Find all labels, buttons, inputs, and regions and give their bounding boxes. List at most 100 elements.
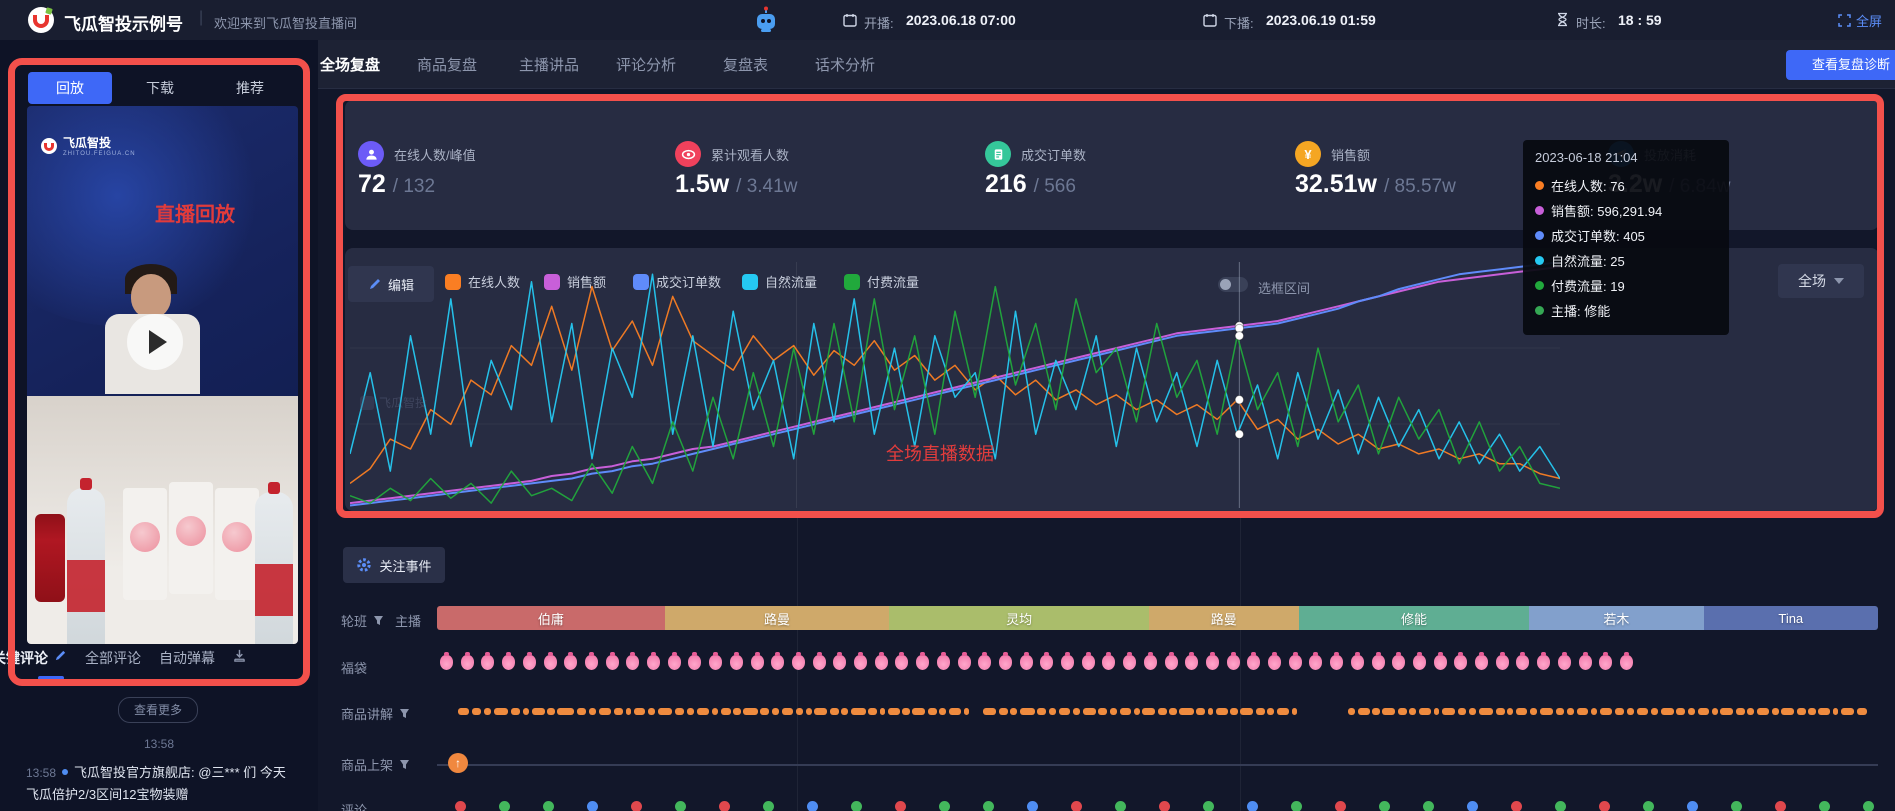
comment-marker[interactable] [1731, 801, 1742, 811]
explain-marker[interactable] [743, 708, 757, 715]
fudai-bag-icon[interactable] [937, 655, 950, 670]
fudai-bag-icon[interactable] [1082, 655, 1095, 670]
explain-marker[interactable] [712, 708, 718, 715]
explain-marker[interactable] [964, 708, 970, 715]
comment-marker[interactable] [1467, 801, 1478, 811]
explain-marker[interactable] [1169, 708, 1176, 715]
explain-marker[interactable] [547, 708, 554, 715]
explain-marker[interactable] [472, 708, 481, 715]
explain-marker[interactable] [557, 708, 574, 715]
explain-marker[interactable] [634, 708, 645, 715]
explain-marker[interactable] [1698, 708, 1709, 715]
explain-marker[interactable] [902, 708, 909, 715]
fudai-bag-icon[interactable] [1330, 655, 1343, 670]
fudai-bag-icon[interactable] [1413, 655, 1426, 670]
fudai-bag-icon[interactable] [730, 655, 743, 670]
fudai-bag-icon[interactable] [626, 655, 639, 670]
explain-marker[interactable] [1591, 708, 1597, 715]
fudai-bag-icon[interactable] [544, 655, 557, 670]
tab-复盘表[interactable]: 复盘表 [723, 54, 768, 75]
explain-marker[interactable] [589, 708, 596, 715]
fudai-bag-icon[interactable] [751, 655, 764, 670]
comment-marker[interactable] [895, 801, 906, 811]
comment-marker[interactable] [499, 801, 510, 811]
fudai-bag-icon[interactable] [564, 655, 577, 670]
explain-marker[interactable] [648, 708, 655, 715]
fudai-bag-icon[interactable] [771, 655, 784, 670]
explain-marker[interactable] [1240, 708, 1253, 715]
explain-marker[interactable] [939, 708, 946, 715]
explain-marker[interactable] [1134, 708, 1140, 715]
fudai-bag-icon[interactable] [1620, 655, 1633, 670]
fudai-bag-icon[interactable] [1579, 655, 1592, 670]
explain-marker[interactable] [1196, 708, 1205, 715]
explain-marker[interactable] [1398, 708, 1407, 715]
fudai-bag-icon[interactable] [1309, 655, 1322, 670]
shift-若木[interactable]: 若木 [1529, 606, 1703, 630]
explain-marker[interactable] [796, 708, 803, 715]
explain-marker[interactable] [1676, 708, 1685, 715]
fudai-bag-icon[interactable] [916, 655, 929, 670]
explain-marker[interactable] [484, 708, 491, 715]
tab-商品复盘[interactable]: 商品复盘 [417, 54, 477, 75]
shift-Tina[interactable]: Tina [1704, 606, 1878, 630]
explain-marker[interactable] [697, 708, 710, 715]
fudai-bag-icon[interactable] [1061, 655, 1074, 670]
comment-marker[interactable] [543, 801, 554, 811]
comment-marker[interactable] [631, 801, 642, 811]
comment-marker[interactable] [939, 801, 950, 811]
fudai-bag-icon[interactable] [1185, 655, 1198, 670]
comment-tab-全部评论[interactable]: 全部评论 [85, 648, 141, 668]
fudai-bag-icon[interactable] [647, 655, 660, 670]
explain-marker[interactable] [851, 708, 865, 715]
comment-marker[interactable] [763, 801, 774, 811]
sidebar-tab-推荐[interactable]: 推荐 [208, 72, 292, 104]
comment-marker[interactable] [1115, 801, 1126, 811]
filter-icon[interactable] [399, 758, 410, 773]
explain-marker[interactable] [1857, 708, 1867, 715]
fudai-bag-icon[interactable] [1020, 655, 1033, 670]
fudai-bag-icon[interactable] [1434, 655, 1447, 670]
comment-marker[interactable] [1335, 801, 1346, 811]
explain-marker[interactable] [806, 708, 812, 715]
fudai-bag-icon[interactable] [978, 655, 991, 670]
fudai-bag-icon[interactable] [1123, 655, 1136, 670]
fudai-bag-icon[interactable] [440, 655, 453, 670]
explain-marker[interactable] [1216, 708, 1227, 715]
explain-marker[interactable] [1230, 708, 1237, 715]
view-diagnosis-button[interactable]: 查看复盘诊断 [1786, 50, 1895, 80]
comment-marker[interactable] [1379, 801, 1390, 811]
tab-主播讲品[interactable]: 主播讲品 [519, 54, 579, 75]
fudai-bag-icon[interactable] [1392, 655, 1405, 670]
sidebar-tab-下载[interactable]: 下载 [118, 72, 202, 104]
explain-marker[interactable] [675, 708, 684, 715]
explain-marker[interactable] [1382, 708, 1395, 715]
play-button[interactable] [127, 314, 183, 370]
explain-marker[interactable] [1600, 708, 1613, 715]
explain-marker[interactable] [1841, 708, 1854, 715]
explain-marker[interactable] [1736, 708, 1745, 715]
explain-marker[interactable] [1110, 708, 1117, 715]
shift-修能[interactable]: 修能 [1299, 606, 1530, 630]
fudai-bag-icon[interactable] [1268, 655, 1281, 670]
explain-marker[interactable] [1372, 708, 1379, 715]
explain-marker[interactable] [1540, 708, 1553, 715]
explain-marker[interactable] [760, 708, 769, 715]
comment-marker[interactable] [1599, 801, 1610, 811]
shift-路曼[interactable]: 路曼 [1149, 606, 1299, 630]
fudai-bag-icon[interactable] [502, 655, 515, 670]
comment-marker[interactable] [1071, 801, 1082, 811]
fudai-bag-icon[interactable] [1247, 655, 1260, 670]
explain-marker[interactable] [1442, 708, 1455, 715]
explain-marker[interactable] [1507, 708, 1513, 715]
fudai-bag-icon[interactable] [875, 655, 888, 670]
explain-marker[interactable] [733, 708, 740, 715]
fudai-bag-icon[interactable] [999, 655, 1012, 670]
fudai-bag-icon[interactable] [1475, 655, 1488, 670]
fudai-bag-icon[interactable] [1454, 655, 1467, 670]
fudai-bag-icon[interactable] [1351, 655, 1364, 670]
explain-marker[interactable] [1256, 708, 1265, 715]
explain-marker[interactable] [868, 708, 877, 715]
fudai-bag-icon[interactable] [585, 655, 598, 670]
explain-marker[interactable] [532, 708, 545, 715]
